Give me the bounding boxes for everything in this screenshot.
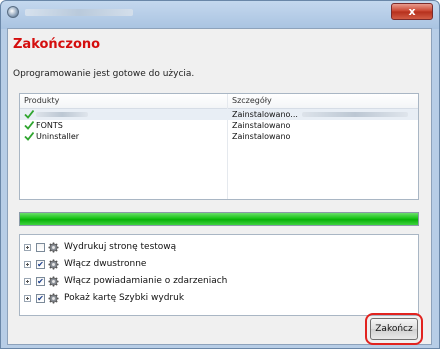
check-icon xyxy=(24,131,34,141)
content-panel: Zakończono Oprogramowanie jest gotowe do… xyxy=(7,28,432,345)
column-header-details[interactable]: Szczegóły xyxy=(232,96,272,105)
option-print-test-page[interactable]: Wydrukuj stronę testową xyxy=(24,241,404,255)
product-row[interactable]: Zainstalowano... xyxy=(20,109,418,120)
window-title-redacted xyxy=(25,9,133,16)
product-status-text: Zainstalowano... xyxy=(232,110,298,119)
products-list: Produkty Szczegóły Zainstalowano... FONT… xyxy=(19,93,419,200)
gear-icon xyxy=(48,259,59,270)
product-row[interactable]: Uninstaller Zainstalowano xyxy=(20,131,418,142)
gear-icon xyxy=(48,293,59,304)
option-label: Włącz dwustronne xyxy=(64,259,147,269)
product-name-redacted xyxy=(36,112,88,117)
expand-icon[interactable] xyxy=(24,295,31,302)
product-status: Zainstalowano xyxy=(232,121,291,130)
product-status: Zainstalowano xyxy=(232,132,291,141)
options-tree: Wydrukuj stronę testową ✔ Włącz dwustron… xyxy=(19,234,419,316)
subtitle-text: Oprogramowanie jest gotowe do użycia. xyxy=(13,69,195,79)
title-bar[interactable]: x xyxy=(1,1,439,25)
expand-icon[interactable] xyxy=(24,278,31,285)
product-status: Zainstalowano... xyxy=(232,110,409,119)
app-icon xyxy=(7,6,19,18)
option-duplex[interactable]: ✔ Włącz dwustronne xyxy=(24,258,404,272)
product-status-redacted xyxy=(302,112,409,117)
product-row[interactable]: FONTS Zainstalowano xyxy=(20,120,418,131)
product-name: Uninstaller xyxy=(36,132,80,141)
installer-window: x Zakończono Oprogramowanie jest gotowe … xyxy=(0,0,440,349)
duplex-checkbox[interactable]: ✔ xyxy=(36,260,45,269)
expand-icon[interactable] xyxy=(24,261,31,268)
product-name xyxy=(36,110,88,119)
progress-bar xyxy=(19,212,419,226)
product-name: FONTS xyxy=(36,121,63,130)
products-list-header: Produkty Szczegóły xyxy=(20,94,418,109)
quick-print-tab-checkbox[interactable]: ✔ xyxy=(36,294,45,303)
gear-icon xyxy=(48,242,59,253)
option-quick-print-tab[interactable]: ✔ Pokaż kartę Szybki wydruk xyxy=(24,292,404,306)
finish-button[interactable]: Zakończ xyxy=(370,318,418,340)
option-label: Pokaż kartę Szybki wydruk xyxy=(64,293,185,303)
close-button[interactable]: x xyxy=(391,3,433,20)
print-test-page-checkbox[interactable] xyxy=(36,243,45,252)
event-notification-checkbox[interactable]: ✔ xyxy=(36,277,45,286)
progress-bar-fill xyxy=(20,213,418,225)
gear-icon xyxy=(48,276,59,287)
check-icon xyxy=(24,120,34,130)
option-label: Wydrukuj stronę testową xyxy=(64,242,177,252)
page-title: Zakończono xyxy=(13,37,101,52)
expand-icon[interactable] xyxy=(24,244,31,251)
option-label: Włącz powiadamianie o zdarzeniach xyxy=(64,276,228,286)
option-event-notification[interactable]: ✔ Włącz powiadamianie o zdarzeniach xyxy=(24,275,404,289)
column-header-products[interactable]: Produkty xyxy=(24,96,59,105)
check-icon xyxy=(24,109,34,119)
